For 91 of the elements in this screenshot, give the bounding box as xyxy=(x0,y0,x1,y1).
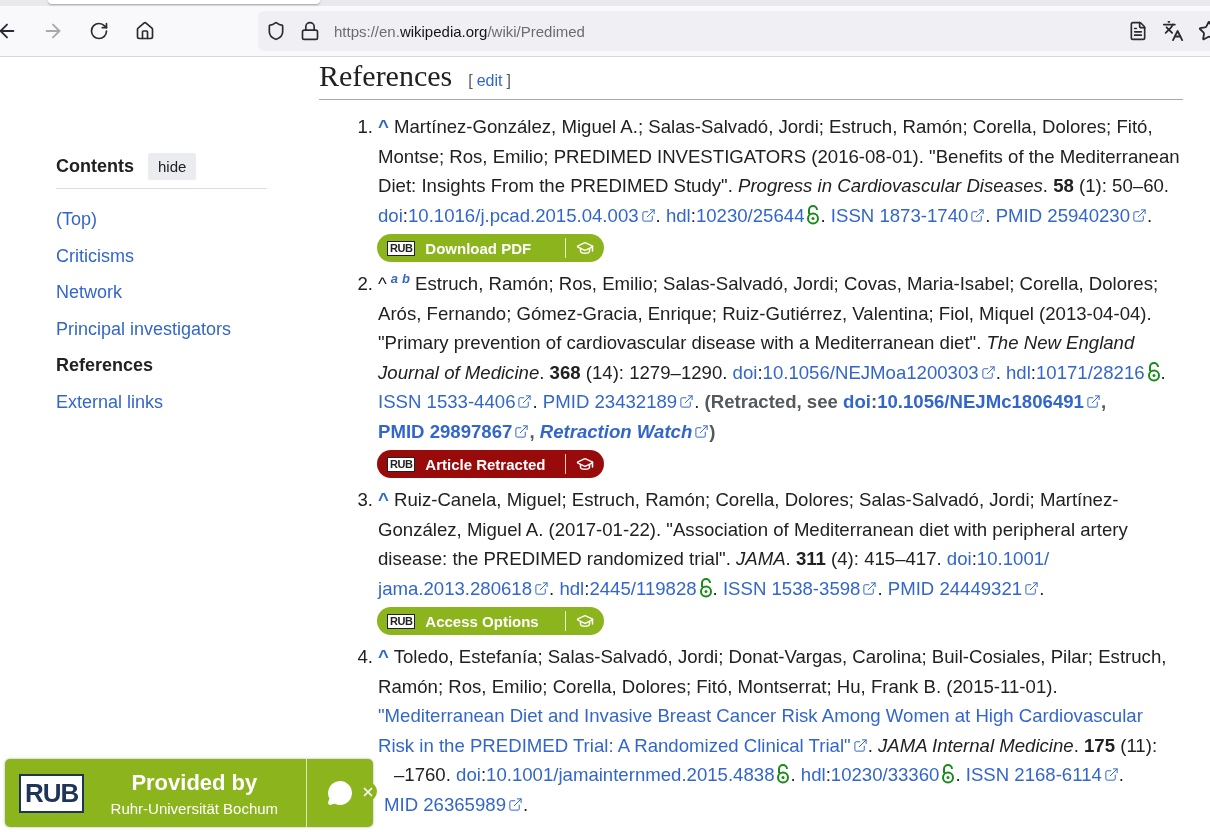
reload-icon[interactable] xyxy=(89,21,109,41)
reference-link[interactable]: 10230/33360 xyxy=(830,764,940,785)
reference-link[interactable]: hdl xyxy=(800,764,826,785)
library-access-button[interactable]: RUB Download PDF xyxy=(377,234,604,262)
reader-view-icon[interactable] xyxy=(1128,21,1148,41)
external-link-icon xyxy=(517,394,533,409)
reference-link[interactable]: ISSN 1533-4406 xyxy=(378,391,533,412)
external-link-icon xyxy=(980,364,996,380)
backlink-letter[interactable]: b xyxy=(401,270,410,286)
reference-number: 2. xyxy=(356,272,373,296)
reference-text: ^ Toledo, Estefanía; Salas-Salvadó, Jordi; Donat-Vargas, Carolina; Buil-Cosiales, Pilar; Estruch, Ramón; Ros, Emilio; Corella, Dolores; Fitó, Montserrat; Hu, Frank B. (2015-11-01). "Mediterranean Diet and Invasive Breast Cancer Risk Among Women at High Cardiovascular Risk in the PREDIMED Trial: A Randomized Clinical Trial" . JAMA Internal Medicine. 175 (11): –1760. doi:10.1001/jamainternmed.2015.4838 . hdl:10230/33360 . ISSN 2168-6114 . MID 26365989 . xyxy=(378,645,1168,817)
provider-subtitle: Ruhr-Universität Bochum xyxy=(110,799,279,817)
external-link-icon xyxy=(862,580,878,596)
open-lock-icon xyxy=(776,764,791,784)
reference-link[interactable]: 10230/25644 xyxy=(695,204,805,226)
reference-link[interactable]: ISSN 2168-6114 xyxy=(965,764,1119,785)
reference-text: ^ $^{a}$ $^{b}$ Estruch, Ramón; Ros, Emilio; Salas-Salvadó, Jordi; Covas, Maria-Isabel; Corella, Dolores; Arós, Fernando; Gómez-Gracia, Enrique; Ruiz-Gutiérrez, Valentina; Fiol, Miquel (2013-04-04). "Primary prevention of cardiovascular disease with a Mediterranean diet". The New England Journal of Medicine. 368 (14): 1279–1290. doi:10.1056/NEJMoa1200303 . hdl:10171/28216 . ISSN 1533-4406 . PMID 23432189 . (Retracted, see doi:10.1056/NEJMc1806491 , PMID 29897867 , Retraction Watch ) xyxy=(378,269,1167,444)
library-access-button[interactable]: RUB Access Options xyxy=(377,607,604,635)
contents-item[interactable]: External links xyxy=(56,383,267,420)
external-link-icon xyxy=(679,394,695,409)
open-lock-icon xyxy=(1146,361,1161,382)
backlink-letter[interactable]: a xyxy=(390,270,398,286)
external-link-icon xyxy=(970,207,986,223)
reference-link[interactable]: Retraction Watch xyxy=(539,420,710,442)
reference-link[interactable]: hdl xyxy=(665,204,691,226)
reference-link[interactable]: ISSN 1538-3598 xyxy=(722,577,878,599)
caret-mark: ^ xyxy=(378,273,387,294)
open-lock-icon xyxy=(806,204,821,225)
reference-link[interactable]: 10.1056/NEJMoa1200303 xyxy=(762,361,996,383)
contents-item[interactable]: Criticisms xyxy=(56,237,267,274)
contents-title: Contents xyxy=(56,156,134,177)
reference-link[interactable]: "Mediterranean Diet and Invasive Breast Cancer Risk Among Women at High Cardiovascular xyxy=(378,705,1143,726)
edit-link[interactable]: [ edit ] xyxy=(468,72,511,90)
reference-link[interactable]: PMID 24449321 xyxy=(887,577,1040,599)
contents-item[interactable]: References xyxy=(56,347,267,384)
external-link-icon xyxy=(1103,767,1119,782)
external-link-icon xyxy=(640,207,656,223)
reference-link[interactable]: Risk in the PREDIMED Trial: A Randomized Clinical Trial" xyxy=(378,734,868,756)
graduation-cap-icon xyxy=(576,612,594,630)
address-bar[interactable]: https://en.wikipedia.org/wiki/Predimed xyxy=(258,11,1210,51)
graduation-cap-icon xyxy=(576,455,594,473)
reference-link[interactable]: 10171/28216 xyxy=(1036,361,1145,383)
home-icon[interactable] xyxy=(135,21,155,41)
external-link-icon xyxy=(1132,207,1148,223)
backlink-caret[interactable]: ^ xyxy=(378,646,389,667)
section-heading: References xyxy=(319,59,453,93)
provider-logo: RUB xyxy=(19,773,85,813)
shield-icon[interactable] xyxy=(266,21,286,41)
external-link-icon xyxy=(1024,580,1040,596)
library-access-button[interactable]: RUB Article Retracted xyxy=(377,450,604,478)
graduation-cap-icon xyxy=(576,239,594,257)
reference-number: 3. xyxy=(356,488,373,512)
reference-link[interactable]: ISSN 1873-1740 xyxy=(830,204,986,226)
reference-link[interactable]: 10.1001/jamainternmed.2015.4838 xyxy=(486,764,775,785)
reference-link[interactable]: hdl xyxy=(1006,361,1031,383)
reference-link[interactable]: PMID 23432189 xyxy=(542,391,695,412)
external-link-icon xyxy=(694,423,710,439)
external-link-icon xyxy=(1085,394,1101,409)
reference-link[interactable]: MID 26365989 xyxy=(384,793,523,815)
contents-item[interactable]: Principal investigators xyxy=(56,310,267,347)
lock-icon[interactable] xyxy=(300,21,320,41)
reference-text: ^ Martínez-González, Miguel A.; Salas-Salvadó, Jordi; Estruch, Ramón; Corella, Dolores; Fitó, Montse; Ros, Emilio; PREDIMED INVESTIGATORS (2016-08-01). "Benefits of the Mediterranean Diet: Insights From the PREDIMED Study". Progress in Cardiovascular Diseases. 58 (1): 50–60. doi:10.1016/j.pcad.2015.04.003 . hdl:10230/25644 . ISSN 1873-1740 . PMID 25940230 . xyxy=(378,115,1181,228)
reference-link[interactable]: doi xyxy=(946,548,972,569)
backlink-caret[interactable]: ^ xyxy=(378,116,389,137)
reference-link[interactable]: 10.1056/NEJMc1806491 xyxy=(877,391,1101,412)
provider-title: Provided by xyxy=(131,769,258,796)
reference-text: ^ Ruiz-Canela, Miguel; Estruch, Ramón; Corella, Dolores; Salas-Salvadó, Jordi; Martínez-González, Miguel A. (2017-01-22). "Association of Mediterranean diet with peripheral artery disease: the PREDIMED randomized trial". JAMA. 311 (4): 415–417. doi:10.1001/ jama.2013.280618 . hdl:2445/119828 . ISSN 1538-3598 . PMID 24449321 . xyxy=(378,488,1129,601)
external-link-icon xyxy=(534,580,550,596)
reference-link[interactable]: doi xyxy=(378,204,403,226)
open-lock-icon xyxy=(941,764,956,784)
contents-item[interactable]: (Top) xyxy=(56,201,267,238)
reference-link[interactable]: doi xyxy=(456,764,481,785)
reference-link[interactable]: 10.1001/ xyxy=(976,548,1050,569)
reference-number: 4. xyxy=(356,645,373,669)
reference-link[interactable]: 2445/119828 xyxy=(589,577,697,599)
reference-link[interactable]: 10.1016/j.pcad.2015.04.003 xyxy=(408,204,656,226)
reference-number: 1. xyxy=(356,115,373,139)
external-link-icon xyxy=(514,423,530,439)
translate-icon[interactable] xyxy=(1162,20,1184,42)
external-link-icon xyxy=(508,796,523,812)
reference-link[interactable]: doi xyxy=(732,361,758,383)
backlink-caret[interactable]: ^ xyxy=(378,489,389,510)
reference-link[interactable]: PMID 25940230 xyxy=(995,204,1148,226)
reference-link[interactable]: jama.2013.280618 xyxy=(378,577,550,599)
open-lock-icon xyxy=(698,577,713,598)
contents-item[interactable]: Network xyxy=(56,274,267,311)
reference-link[interactable]: PMID 29897867 xyxy=(378,420,530,442)
reference-link[interactable]: doi xyxy=(843,391,871,412)
hide-button[interactable]: hide xyxy=(148,153,197,180)
reference-link[interactable]: hdl xyxy=(559,577,585,599)
external-link-icon xyxy=(852,737,868,753)
